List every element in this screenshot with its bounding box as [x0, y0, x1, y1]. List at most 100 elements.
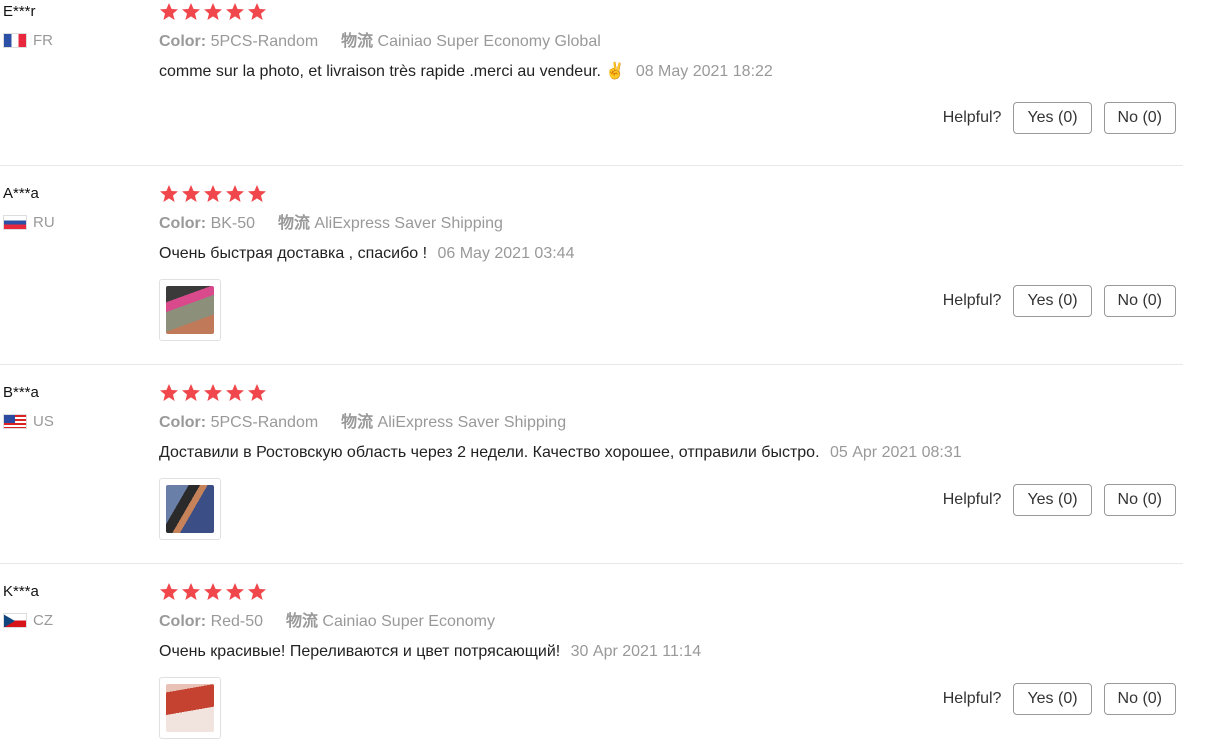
review-date: 08 May 2021 18:22	[635, 63, 773, 80]
review-meta: Color: 5PCS-Random 物流 AliExpress Saver S…	[159, 413, 1179, 433]
star-icon	[226, 3, 244, 20]
shipping-value: AliExpress Saver Shipping	[314, 215, 503, 232]
helpful-yes-button[interactable]: Yes (0)	[1013, 683, 1092, 715]
star-icon	[160, 185, 178, 202]
review-text: Доставили в Ростовскую область через 2 н…	[159, 444, 820, 461]
shipping-value: AliExpress Saver Shipping	[377, 414, 567, 431]
country-code: US	[33, 413, 54, 430]
helpful-label: Helpful?	[942, 292, 1002, 309]
color-label: Color:	[159, 33, 207, 50]
czech-flag-icon	[3, 613, 27, 628]
star-icon	[204, 3, 222, 20]
star-icon	[182, 384, 200, 401]
review-text: Очень красивые! Переливаются и цвет потр…	[159, 643, 561, 660]
review-body: Color: BK-50 物流 AliExpress Saver Shippin…	[159, 184, 1179, 341]
review-meta: Color: BK-50 物流 AliExpress Saver Shippin…	[159, 214, 1179, 234]
helpful-no-button[interactable]: No (0)	[1103, 285, 1176, 317]
helpful-yes-button[interactable]: Yes (0)	[1013, 102, 1092, 134]
usa-flag-icon	[3, 414, 27, 429]
reviewer-info: A***a RU	[3, 184, 55, 231]
star-icon	[182, 185, 200, 202]
helpful-label: Helpful?	[942, 109, 1002, 126]
helpful-yes-button[interactable]: Yes (0)	[1013, 484, 1092, 516]
review-text-line: Очень красивые! Переливаются и цвет потр…	[159, 642, 1179, 662]
review-item: K***a CZ Color: Red-50 物流 Cainiao Super …	[0, 564, 1183, 739]
helpful-section: Helpful? Yes (0) No (0)	[943, 683, 1176, 715]
reviewer-name: B***a	[3, 384, 39, 401]
shipping-label: 物流	[277, 215, 310, 232]
color-label: Color:	[159, 613, 207, 630]
reviewer-name: E***r	[3, 3, 36, 20]
reviewer-info: E***r FR	[3, 2, 53, 49]
star-icon	[160, 384, 178, 401]
star-rating	[159, 184, 1179, 206]
review-text: Очень быстрая доставка , спасибо !	[159, 245, 428, 262]
helpful-section: Helpful? Yes (0) No (0)	[943, 102, 1176, 134]
reviewer-country: US	[3, 413, 54, 430]
review-text: comme sur la photo, et livraison très ra…	[159, 63, 626, 80]
color-value: Red-50	[210, 613, 264, 630]
review-photo-thumbnail[interactable]	[159, 478, 221, 540]
review-date: 06 May 2021 03:44	[437, 245, 575, 262]
reviewer-country: CZ	[3, 612, 53, 629]
country-code: CZ	[33, 612, 53, 629]
star-icon	[248, 3, 266, 20]
helpful-label: Helpful?	[942, 491, 1002, 508]
helpful-label: Helpful?	[942, 690, 1002, 707]
helpful-section: Helpful? Yes (0) No (0)	[943, 285, 1176, 317]
helpful-no-button[interactable]: No (0)	[1103, 683, 1176, 715]
reviewer-info: K***a CZ	[3, 582, 53, 629]
star-rating	[159, 383, 1179, 405]
star-icon	[248, 583, 266, 600]
review-meta: Color: Red-50 物流 Cainiao Super Economy	[159, 612, 1179, 632]
review-photo	[166, 485, 214, 533]
reviewer-name: K***a	[3, 583, 39, 600]
review-text-line: Очень быстрая доставка , спасибо ! 06 Ma…	[159, 244, 1179, 264]
russia-flag-icon	[3, 215, 27, 230]
color-value: 5PCS-Random	[210, 33, 319, 50]
shipping-value: Cainiao Super Economy	[322, 613, 495, 630]
review-meta: Color: 5PCS-Random 物流 Cainiao Super Econ…	[159, 32, 1179, 52]
reviewer-country: FR	[3, 32, 53, 49]
color-label: Color:	[159, 215, 207, 232]
star-icon	[226, 185, 244, 202]
country-code: FR	[33, 32, 53, 49]
shipping-label: 物流	[341, 33, 374, 50]
helpful-no-button[interactable]: No (0)	[1103, 102, 1176, 134]
france-flag-icon	[3, 33, 27, 48]
review-item: A***a RU Color: BK-50 物流 AliExpress Save…	[0, 166, 1183, 365]
shipping-label: 物流	[341, 414, 374, 431]
star-icon	[248, 384, 266, 401]
review-photo-thumbnail[interactable]	[159, 279, 221, 341]
review-body: Color: 5PCS-Random 物流 AliExpress Saver S…	[159, 383, 1179, 540]
star-icon	[204, 583, 222, 600]
star-icon	[226, 583, 244, 600]
star-icon	[226, 384, 244, 401]
review-date: 05 Apr 2021 08:31	[829, 444, 962, 461]
star-icon	[204, 384, 222, 401]
star-icon	[182, 3, 200, 20]
review-body: Color: Red-50 物流 Cainiao Super Economy О…	[159, 582, 1179, 739]
helpful-section: Helpful? Yes (0) No (0)	[943, 484, 1176, 516]
review-photo	[166, 684, 214, 732]
helpful-yes-button[interactable]: Yes (0)	[1013, 285, 1092, 317]
star-icon	[160, 583, 178, 600]
review-body: Color: 5PCS-Random 物流 Cainiao Super Econ…	[159, 2, 1179, 82]
review-photo-thumbnail[interactable]	[159, 677, 221, 739]
color-value: BK-50	[210, 215, 256, 232]
review-text-line: comme sur la photo, et livraison très ra…	[159, 62, 1179, 82]
review-date: 30 Apr 2021 11:14	[570, 643, 702, 660]
review-text-line: Доставили в Ростовскую область через 2 н…	[159, 443, 1179, 463]
star-icon	[182, 583, 200, 600]
color-label: Color:	[159, 414, 207, 431]
star-rating	[159, 582, 1179, 604]
review-photo	[166, 286, 214, 334]
country-code: RU	[33, 214, 55, 231]
helpful-no-button[interactable]: No (0)	[1103, 484, 1176, 516]
color-value: 5PCS-Random	[210, 414, 319, 431]
reviewer-name: A***a	[3, 185, 39, 202]
star-icon	[248, 185, 266, 202]
review-item: B***a US Color: 5PCS-Random 物流 AliExpres…	[0, 365, 1183, 564]
reviewer-country: RU	[3, 214, 55, 231]
star-rating	[159, 2, 1179, 24]
